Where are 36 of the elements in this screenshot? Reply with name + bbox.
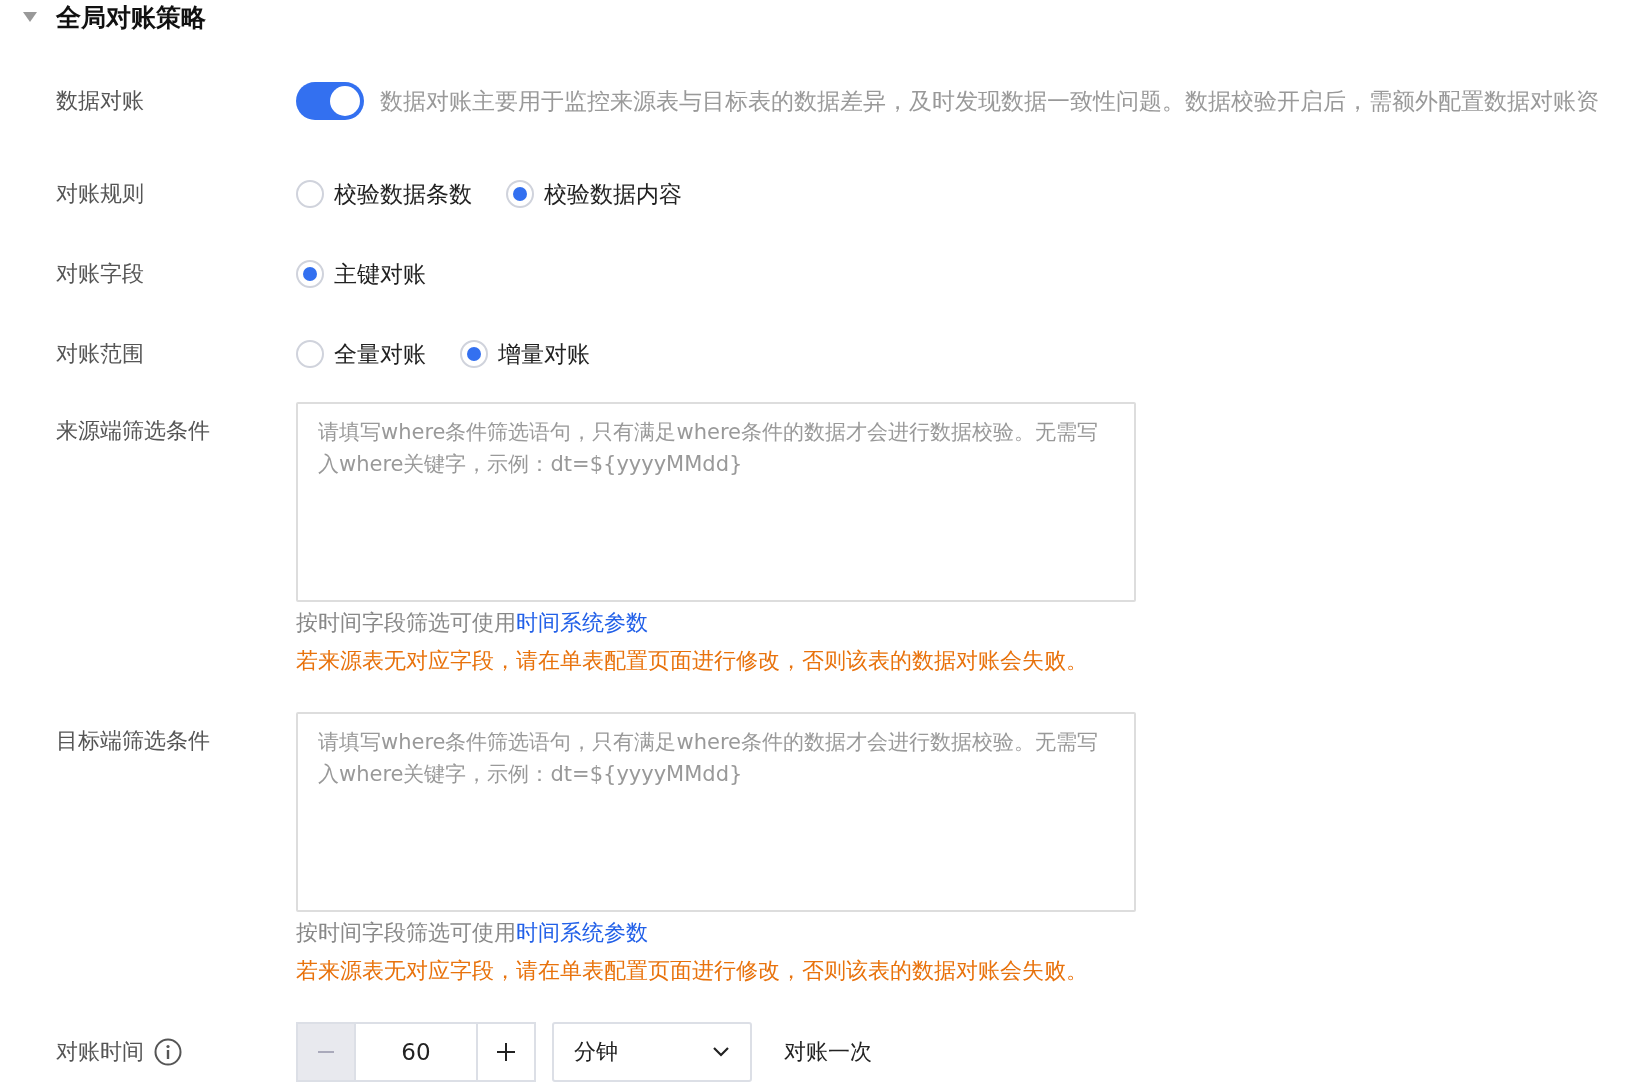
radio-label[interactable]: 全量对账 — [334, 338, 426, 370]
hint-text: 按时间字段筛选可使用时间系统参数 — [296, 919, 648, 947]
unit-select[interactable]: 分钟 — [552, 1022, 752, 1082]
radio-label[interactable]: 主键对账 — [334, 258, 426, 290]
filter-textarea[interactable]: 请填写where条件筛选语句，只有满足where条件的数据才会进行数据校验。无需写入where关键字，示例：dt=${yyyyMMdd} — [296, 402, 1136, 602]
field-label: 对账时间 — [56, 1038, 144, 1066]
radio-button[interactable] — [296, 180, 324, 208]
filter-textarea[interactable]: 请填写where条件筛选语句，只有满足where条件的数据才会进行数据校验。无需写入where关键字，示例：dt=${yyyyMMdd} — [296, 712, 1136, 912]
field-label: 对账规则 — [55, 180, 145, 208]
field-label: 对账字段 — [55, 260, 145, 288]
field-label: 来源端筛选条件 — [55, 417, 211, 445]
suffix-text: 对账一次 — [784, 1038, 872, 1066]
radio-button[interactable] — [296, 260, 324, 288]
radio-button[interactable] — [460, 340, 488, 368]
field-label: 对账范围 — [55, 340, 145, 368]
minus-icon — [318, 1051, 334, 1053]
radio-button[interactable] — [296, 340, 324, 368]
section-title: 全局对账策略 — [56, 1, 206, 34]
warning-text: 若来源表无对应字段，请在单表配置页面进行修改，否则该表的数据对账会失败。 — [296, 957, 1088, 985]
radio-label[interactable]: 增量对账 — [498, 338, 590, 370]
chevron-down-icon — [712, 1046, 730, 1058]
description-text: 数据对账主要用于监控来源表与目标表的数据差异，及时发现数据一致性问题。数据校验开启后，需额外配置数据对账资 — [380, 86, 1599, 116]
number-input[interactable]: 60 — [356, 1022, 476, 1082]
field-label: 数据对账 — [55, 87, 145, 115]
warning-text: 若来源表无对应字段，请在单表配置页面进行修改，否则该表的数据对账会失败。 — [296, 647, 1088, 675]
radio-label[interactable]: 校验数据内容 — [544, 178, 682, 210]
info-icon[interactable] — [154, 1038, 182, 1066]
plus-icon — [497, 1043, 515, 1061]
toggle-switch[interactable] — [296, 82, 364, 120]
hint-text: 按时间字段筛选可使用时间系统参数 — [296, 609, 648, 637]
time-params-link[interactable]: 时间系统参数 — [516, 920, 648, 945]
time-params-link[interactable]: 时间系统参数 — [516, 610, 648, 635]
collapse-caret-icon[interactable] — [22, 11, 38, 23]
radio-button[interactable] — [506, 180, 534, 208]
field-label: 目标端筛选条件 — [55, 727, 211, 755]
radio-label[interactable]: 校验数据条数 — [334, 178, 472, 210]
